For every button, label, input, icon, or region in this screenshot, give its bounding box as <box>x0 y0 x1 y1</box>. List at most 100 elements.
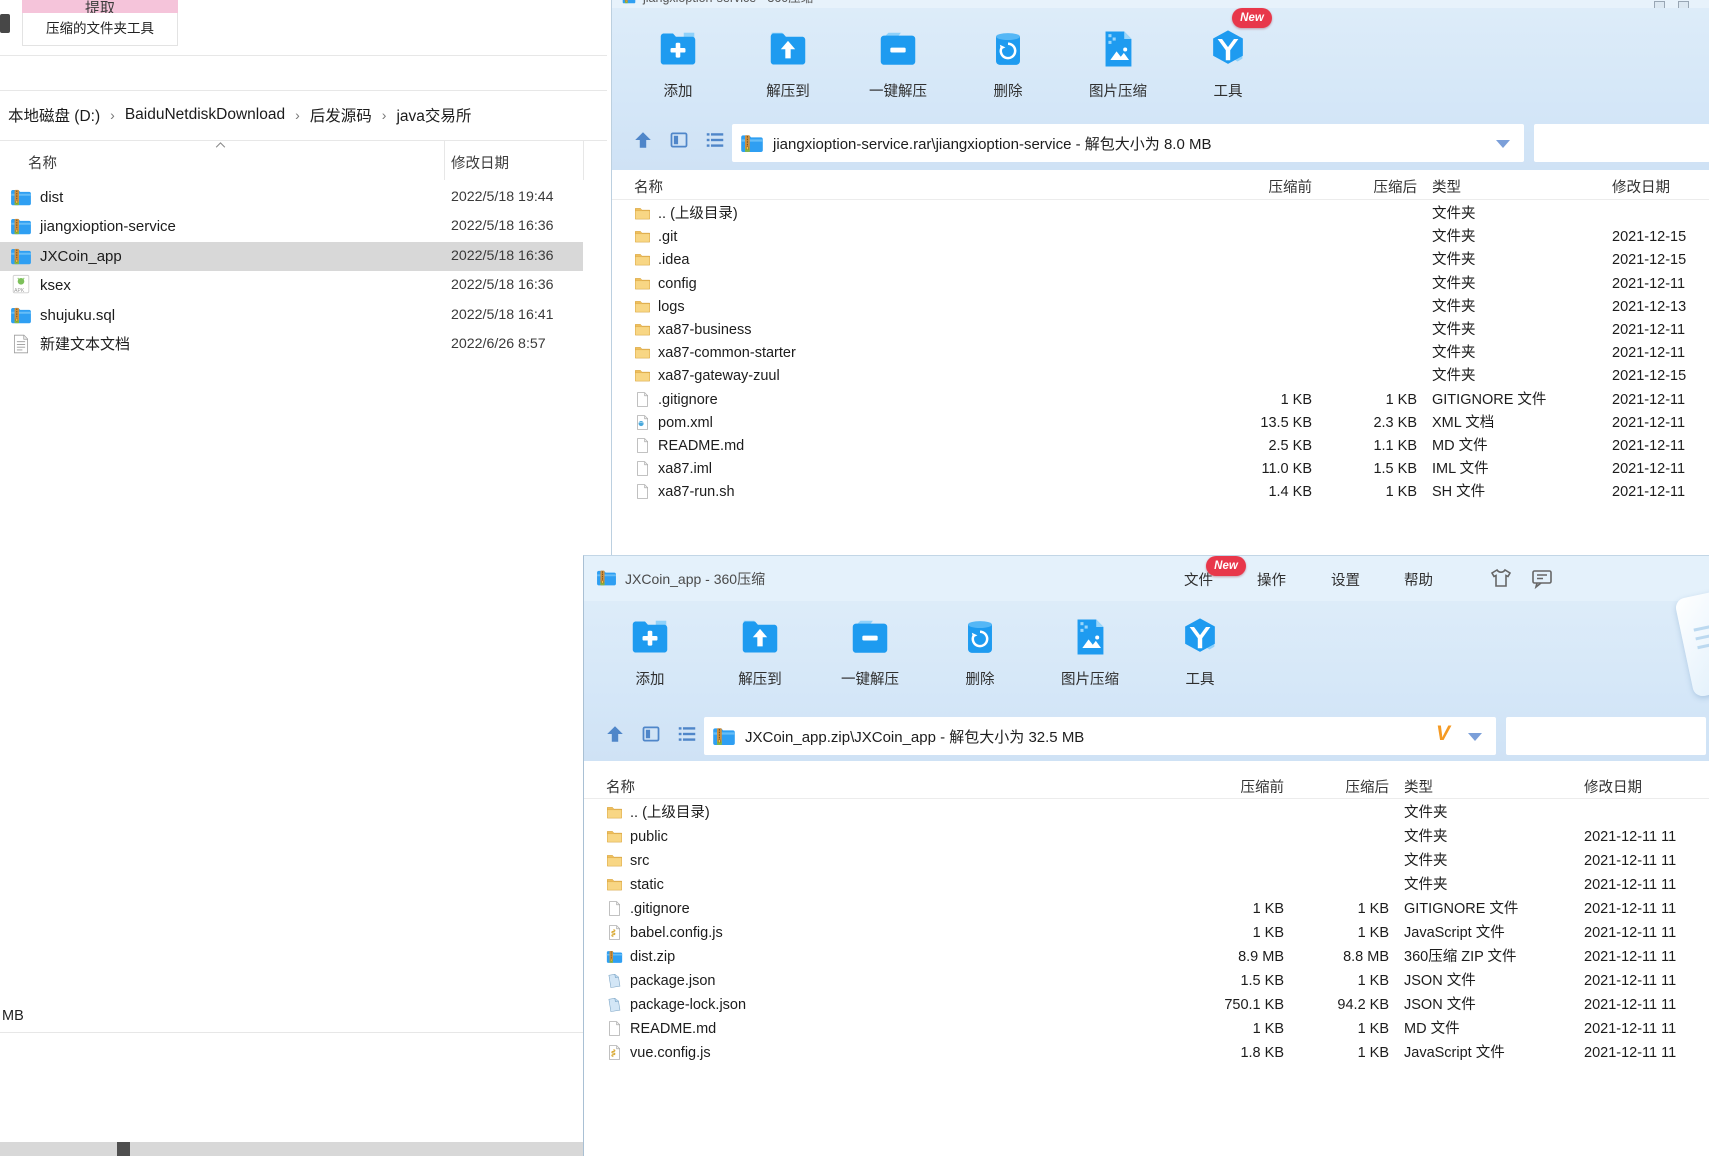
archive-row[interactable]: logs文件夹2021-12-13 <box>612 295 1709 319</box>
archive-row[interactable]: package-lock.json750.1 KB94.2 KBJSON 文件2… <box>584 993 1709 1017</box>
add-button[interactable]: 添加 <box>612 614 688 689</box>
extract-to-button[interactable]: 解压到 <box>722 614 798 689</box>
column-header-date[interactable]: 修改日期 <box>1612 176 1670 197</box>
one-click-extract-button[interactable]: 一键解压 <box>860 26 936 101</box>
image-compress-button[interactable]: 图片压缩 <box>1080 26 1156 101</box>
ribbon-tab-compressed-folder-tools[interactable]: 压缩的文件夹工具 <box>22 13 178 46</box>
column-header-type[interactable]: 类型 <box>1404 776 1433 797</box>
row-name: dist.zip <box>630 945 675 969</box>
archive-row[interactable]: xa87-business文件夹2021-12-11 <box>612 318 1709 342</box>
file-row[interactable]: jiangxioption-service2022/5/18 16:36 <box>0 212 583 241</box>
breadcrumb-item[interactable]: BaiduNetdiskDownload <box>125 106 285 124</box>
archive-row[interactable]: xa87-common-starter文件夹2021-12-11 <box>612 341 1709 365</box>
feedback-icon[interactable] <box>1530 566 1554 590</box>
extract-to-button[interactable]: 解压到 <box>750 26 826 101</box>
column-header-name[interactable]: 名称 <box>634 176 663 197</box>
ribbon-tab-extract[interactable]: 提取 <box>22 0 178 13</box>
sort-ascending-icon <box>214 140 227 149</box>
address-bar[interactable]: jiangxioption-service.rar\jiangxioption-… <box>732 124 1524 162</box>
archive-row[interactable]: dist.zip8.9 MB8.8 MB360压缩 ZIP 文件2021-12-… <box>584 945 1709 969</box>
up-directory-button[interactable] <box>632 129 654 151</box>
row-size-after: 94.2 KB <box>1209 993 1389 1017</box>
toolbar-button-label: 添加 <box>664 80 693 101</box>
archive-row[interactable]: .. (上级目录)文件夹 <box>584 801 1709 825</box>
column-header-type[interactable]: 类型 <box>1432 176 1461 197</box>
file-row[interactable]: shujuku.sql2022/5/18 16:41 <box>0 301 583 330</box>
delete-button[interactable]: 删除 <box>970 26 1046 101</box>
column-header-name[interactable]: 名称 <box>606 776 635 797</box>
row-type: 360压缩 ZIP 文件 <box>1404 945 1517 969</box>
window-close-fragment[interactable] <box>1678 1 1689 8</box>
archive-row[interactable]: src文件夹2021-12-11 11 <box>584 849 1709 873</box>
title-bar-clipped: jiangxioption-service - 360压缩 <box>612 0 1709 8</box>
tools-button[interactable]: 工具 <box>1190 26 1266 101</box>
row-type: GITIGNORE 文件 <box>1404 897 1518 921</box>
menu-item-operations[interactable]: 操作 <box>1257 569 1286 590</box>
archive-row[interactable]: config文件夹2021-12-11 <box>612 272 1709 296</box>
panel-view-button[interactable] <box>668 129 690 151</box>
file-row[interactable]: 新建文本文档2022/6/26 8:57 <box>0 330 583 359</box>
archive-row[interactable]: .gitignore1 KB1 KBGITIGNORE 文件2021-12-11 <box>612 388 1709 412</box>
image-compress-button[interactable]: 图片压缩 <box>1052 614 1128 689</box>
column-header-date[interactable]: 修改日期 <box>451 152 509 173</box>
window-maximize-fragment[interactable] <box>1654 1 1665 8</box>
toolbar-button-label: 添加 <box>636 668 665 689</box>
archive-row[interactable]: .git文件夹2021-12-15 <box>612 225 1709 249</box>
column-header-name[interactable]: 名称 <box>28 152 57 173</box>
breadcrumb-item[interactable]: java交易所 <box>396 104 471 126</box>
archive-row[interactable]: xa87-run.sh1.4 KB1 KBSH 文件2021-12-11 <box>612 480 1709 504</box>
folder-icon <box>634 205 651 222</box>
tools-button[interactable]: 工具 <box>1162 614 1238 689</box>
address-bar[interactable]: JXCoin_app.zip\JXCoin_app - 解包大小为 32.5 M… <box>704 717 1496 755</box>
menu-item-settings[interactable]: 设置 <box>1331 569 1360 590</box>
archive-row[interactable]: README.md2.5 KB1.1 KBMD 文件2021-12-11 <box>612 434 1709 458</box>
row-date: 2021-12-15 <box>1612 364 1686 388</box>
search-box[interactable] <box>1506 717 1706 755</box>
archive-row[interactable]: babel.config.js1 KB1 KBJavaScript 文件2021… <box>584 921 1709 945</box>
archive-row[interactable]: .. (上级目录)文件夹 <box>612 202 1709 226</box>
dropdown-arrow-icon[interactable] <box>1496 140 1510 148</box>
archive-row[interactable]: pom.xml13.5 KB2.3 KBXML 文档2021-12-11 <box>612 411 1709 435</box>
up-directory-button[interactable] <box>604 723 626 745</box>
skin-theme-icon[interactable] <box>1489 566 1513 590</box>
file-date: 2022/5/18 16:36 <box>451 212 554 241</box>
column-header-after[interactable]: 压缩后 <box>1209 776 1389 797</box>
archive-row[interactable]: public文件夹2021-12-11 11 <box>584 825 1709 849</box>
breadcrumb-item[interactable]: 本地磁盘 (D:) <box>8 104 100 126</box>
add-button[interactable]: 添加 <box>640 26 716 101</box>
delete-button[interactable]: 删除 <box>942 614 1018 689</box>
row-type: JSON 文件 <box>1404 993 1476 1017</box>
row-type: JavaScript 文件 <box>1404 921 1505 945</box>
file-date: 2022/6/26 8:57 <box>451 330 546 359</box>
panel-view-button[interactable] <box>640 723 662 745</box>
archive-row[interactable]: static文件夹2021-12-11 11 <box>584 873 1709 897</box>
file-name: shujuku.sql <box>40 301 115 330</box>
archive-row[interactable]: xa87.iml11.0 KB1.5 KBIML 文件2021-12-11 <box>612 457 1709 481</box>
status-bar-text: MB <box>2 1008 24 1024</box>
archive-row[interactable]: package.json1.5 KB1 KBJSON 文件2021-12-11 … <box>584 969 1709 993</box>
folder-icon <box>606 828 623 845</box>
dropdown-arrow-icon[interactable] <box>1468 733 1482 741</box>
menu-item-help[interactable]: 帮助 <box>1404 569 1433 590</box>
toolbar-button-label: 图片压缩 <box>1061 668 1119 689</box>
file-row[interactable]: dist2022/5/18 19:44 <box>0 183 583 212</box>
archive-row[interactable]: .idea文件夹2021-12-15 <box>612 248 1709 272</box>
archive-row[interactable]: vue.config.js1.8 KB1 KBJavaScript 文件2021… <box>584 1041 1709 1065</box>
list-view-button[interactable] <box>676 723 698 745</box>
vip-badge[interactable]: V <box>1436 722 1450 746</box>
row-size-after: 8.8 MB <box>1209 945 1389 969</box>
extract-to-icon <box>765 26 811 72</box>
list-view-button[interactable] <box>704 129 726 151</box>
archive-row[interactable]: README.md1 KB1 KBMD 文件2021-12-11 11 <box>584 1017 1709 1041</box>
breadcrumb-item[interactable]: 后发源码 <box>310 104 372 126</box>
column-header-date[interactable]: 修改日期 <box>1584 776 1642 797</box>
one-click-extract-button[interactable]: 一键解压 <box>832 614 908 689</box>
column-header-after[interactable]: 压缩后 <box>1237 176 1417 197</box>
row-size-after: 1 KB <box>1237 480 1417 504</box>
row-date: 2021-12-11 <box>1612 388 1685 412</box>
archive-row[interactable]: .gitignore1 KB1 KBGITIGNORE 文件2021-12-11… <box>584 897 1709 921</box>
archive-row[interactable]: xa87-gateway-zuul文件夹2021-12-15 <box>612 364 1709 388</box>
file-row[interactable]: APKksex2022/5/18 16:36 <box>0 271 583 300</box>
search-box[interactable] <box>1534 124 1709 162</box>
file-row[interactable]: JXCoin_app2022/5/18 16:36 <box>0 242 583 271</box>
